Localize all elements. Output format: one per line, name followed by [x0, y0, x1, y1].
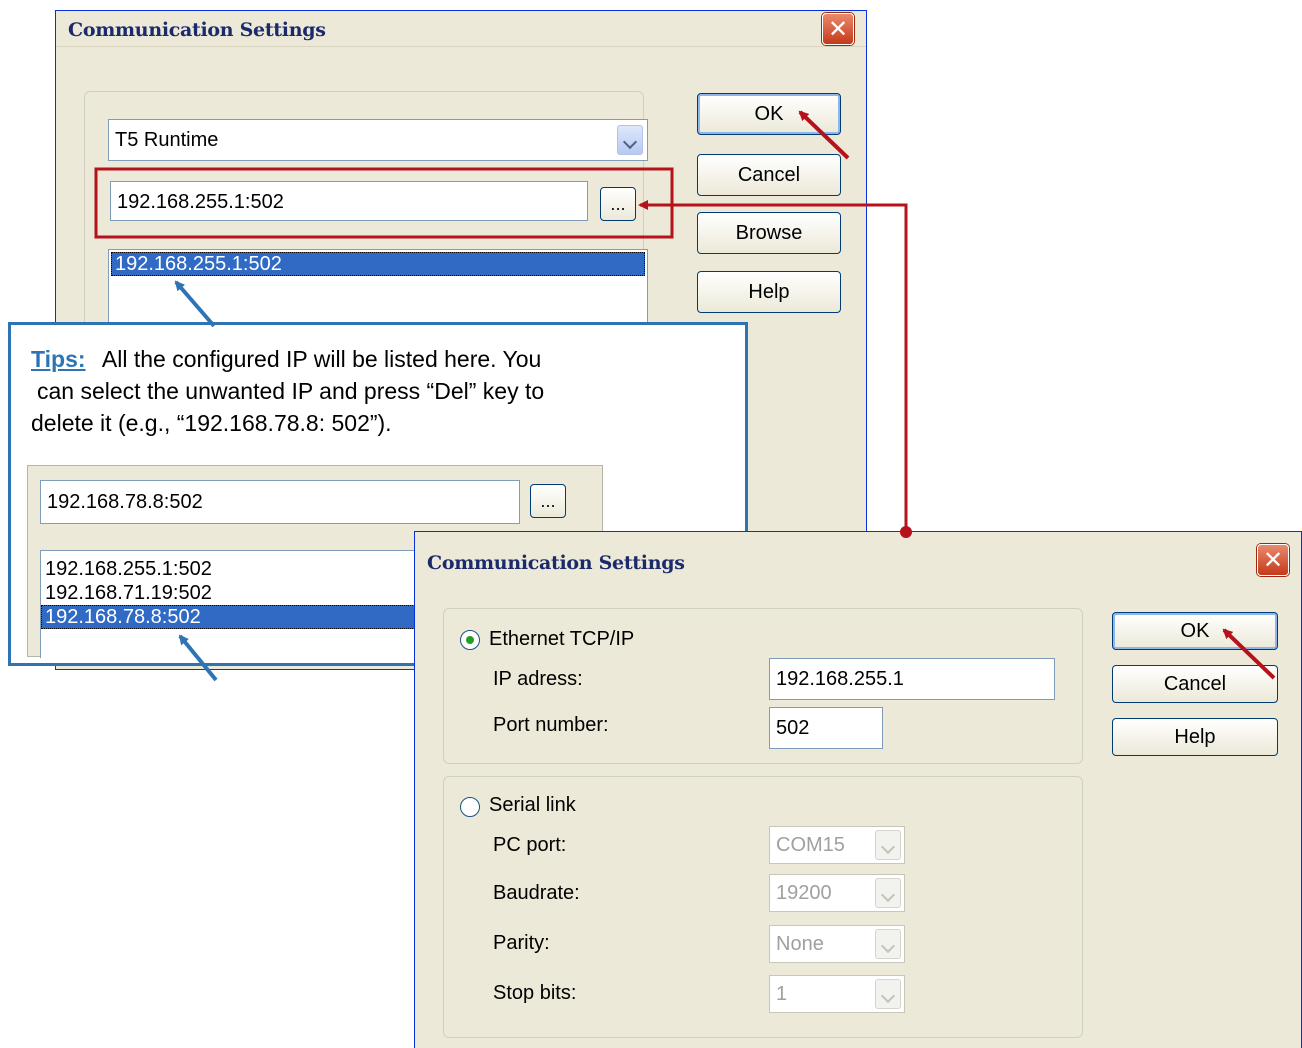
tips-line-3: delete it (e.g., “192.168.78.8: 502”).	[31, 410, 392, 436]
tips-label: Tips:	[31, 346, 86, 372]
port-number-input[interactable]: 502	[769, 707, 883, 749]
pc-port-select[interactable]: COM15	[769, 826, 905, 864]
baudrate-label: Baudrate:	[493, 882, 580, 904]
tips-text: Tips: All the configured IP will be list…	[31, 343, 741, 439]
chevron-down-icon	[875, 878, 901, 908]
ok-button[interactable]: OK	[697, 93, 841, 135]
ip-address-label: IP adress:	[493, 668, 583, 690]
browse-dots-button[interactable]: ...	[600, 187, 636, 221]
driver-select-value: T5 Runtime	[115, 129, 219, 151]
chevron-down-icon[interactable]	[617, 125, 643, 155]
ethernet-radio[interactable]	[460, 630, 480, 650]
serial-radio[interactable]	[460, 797, 480, 817]
communication-settings-dialog-2: Communication Settings ✕ Ethernet TCP/IP…	[414, 531, 1302, 1048]
title-bar: Communication Settings ✕	[415, 532, 1301, 590]
browse-button[interactable]: Browse	[697, 212, 841, 254]
stop-bits-select[interactable]: 1	[769, 975, 905, 1013]
cancel-button[interactable]: Cancel	[697, 154, 841, 196]
ip-address-value: 192.168.255.1	[776, 668, 904, 690]
baudrate-value: 19200	[776, 882, 832, 904]
parity-label: Parity:	[493, 932, 550, 954]
parity-value: None	[776, 933, 824, 955]
tips-line-1: All the configured IP will be listed her…	[101, 346, 542, 372]
example-dots-button[interactable]: ...	[530, 484, 566, 518]
example-address-input[interactable]: 192.168.78.8:502	[40, 480, 520, 524]
driver-select[interactable]: T5 Runtime	[108, 119, 648, 161]
baudrate-select[interactable]: 19200	[769, 874, 905, 912]
close-icon: ✕	[1262, 546, 1284, 574]
pc-port-value: COM15	[776, 834, 845, 856]
address-input-value: 192.168.255.1:502	[117, 191, 284, 213]
ethernet-label[interactable]: Ethernet TCP/IP	[489, 628, 634, 651]
close-icon: ✕	[827, 15, 849, 43]
cancel-button[interactable]: Cancel	[1112, 665, 1278, 703]
help-button-label: Help	[1174, 726, 1216, 748]
help-button[interactable]: Help	[697, 271, 841, 313]
close-button[interactable]: ✕	[1257, 544, 1289, 576]
chevron-down-icon	[875, 929, 901, 959]
port-number-label: Port number:	[493, 714, 609, 736]
chevron-down-icon	[875, 979, 901, 1009]
parity-select[interactable]: None	[769, 925, 905, 963]
dialog-title: Communication Settings	[68, 19, 326, 41]
example-address-value: 192.168.78.8:502	[47, 491, 203, 513]
port-number-value: 502	[776, 717, 810, 739]
help-button-label: Help	[748, 281, 790, 303]
close-button[interactable]: ✕	[822, 13, 854, 45]
chevron-down-icon	[875, 830, 901, 860]
list-item[interactable]: 192.168.255.1:502	[111, 252, 645, 276]
dialog-title: Communication Settings	[427, 552, 685, 574]
serial-label[interactable]: Serial link	[489, 794, 576, 817]
address-input[interactable]: 192.168.255.1:502	[110, 181, 588, 221]
stop-bits-value: 1	[776, 983, 788, 1005]
title-bar: Communication Settings ✕	[56, 11, 866, 47]
tips-line-2: can select the unwanted IP and press “De…	[37, 378, 545, 404]
pc-port-label: PC port:	[493, 834, 567, 856]
ip-address-input[interactable]: 192.168.255.1	[769, 658, 1055, 700]
stop-bits-label: Stop bits:	[493, 982, 577, 1004]
help-button[interactable]: Help	[1112, 718, 1278, 756]
ok-button[interactable]: OK	[1112, 612, 1278, 650]
